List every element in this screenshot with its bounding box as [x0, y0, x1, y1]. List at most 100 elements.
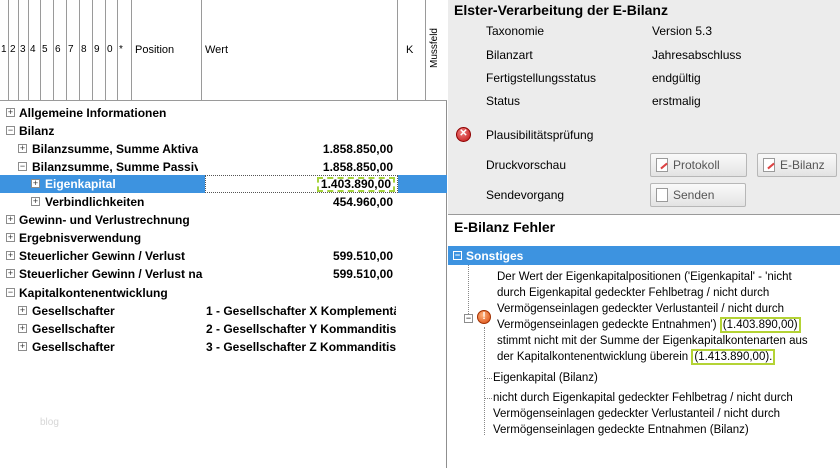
senden-button[interactable]: Senden [650, 183, 746, 207]
pdf-icon [763, 158, 775, 172]
tree-row-summe-aktiva[interactable]: + Bilanzsumme, Summe Aktiva 1.858.850,00 [0, 140, 447, 158]
tree-row-steuerlicher-gewinn[interactable]: + Steuerlicher Gewinn / Verlust 599.510,… [0, 247, 447, 265]
tree-row-label: Kapitalkontenentwicklung [19, 286, 168, 300]
column-header-label: 8 [81, 44, 87, 55]
status-label: Status [486, 94, 521, 108]
column-header-label: K [406, 44, 414, 56]
column-header-9[interactable]: 9 [93, 0, 106, 101]
error-message-line: Der Wert der Eigenkapitalpositionen ('Ei… [497, 271, 792, 283]
tree-row-label: Steuerlicher Gewinn / Verlust na [19, 267, 203, 281]
tree-row-kapitalkontenentwicklung[interactable]: − Kapitalkontenentwicklung [0, 284, 447, 302]
expand-icon[interactable]: + [31, 179, 40, 188]
column-header-label: 9 [94, 44, 100, 55]
error-group-sonstiges[interactable]: − Sonstiges [448, 246, 840, 265]
expand-icon[interactable]: + [18, 324, 27, 333]
error-subitem-line[interactable]: Vermögenseinlagen gedeckte Entnahmen (Bi… [493, 424, 749, 436]
expand-icon[interactable]: + [18, 306, 27, 315]
taxonomie-label: Taxonomie [486, 24, 545, 38]
senden-button-label: Senden [673, 188, 715, 202]
value-input[interactable]: 1.403.890,00 [205, 175, 398, 193]
tree-connector [484, 398, 492, 399]
column-header-k[interactable]: K [398, 0, 426, 101]
column-header-0[interactable]: 0 [106, 0, 118, 101]
tree-row-allgemeine-informationen[interactable]: + Allgemeine Informationen [0, 104, 447, 122]
plausibility-label: Plausibilitätsprüfung [486, 128, 594, 142]
ebilanz-button[interactable]: E-Bilanz [757, 153, 837, 177]
tree-row-bilanz[interactable]: − Bilanz [0, 122, 447, 140]
error-subitem-line[interactable]: Vermögenseinlagen gedeckter Verlustantei… [493, 408, 780, 420]
tree-row-label: Ergebnisverwendung [19, 231, 142, 245]
tree-row-guv[interactable]: + Gewinn- und Verlustrechnung [0, 211, 447, 229]
expand-icon[interactable]: + [6, 269, 15, 278]
tree-row-eigenkapital[interactable]: + Eigenkapital 1.403.890,00 [0, 175, 447, 193]
error-message-line: der Kapitalkontenentwicklung überein (1.… [497, 349, 776, 365]
expand-icon[interactable]: + [6, 251, 15, 260]
tree-row-value: 1.858.850,00 [322, 160, 393, 174]
column-header-wert[interactable]: Wert [202, 0, 398, 101]
tree-row-value: 599.510,00 [332, 267, 393, 281]
column-header-star[interactable]: * [118, 0, 132, 101]
expand-icon[interactable]: + [6, 233, 15, 242]
collapse-icon[interactable]: − [18, 162, 27, 171]
tree-row-gesellschafter-z[interactable]: + Gesellschafter 3 - Gesellschafter Z Ko… [0, 338, 447, 356]
warning-icon: ! [477, 310, 491, 324]
column-header-7[interactable]: 7 [67, 0, 80, 101]
highlighted-value-1: (1.403.890,00) [719, 317, 801, 333]
tree-row-steuerlicher-gewinn-na[interactable]: + Steuerlicher Gewinn / Verlust na 599.5… [0, 265, 447, 283]
column-header-label: Mussfeld [429, 28, 440, 69]
tree-row-summe-passiva[interactable]: − Bilanzsumme, Summe Passiva 1.858.850,0… [0, 158, 447, 176]
error-message-text: Vermögenseinlagen gedeckte Entnahmen') [497, 319, 717, 331]
expand-icon[interactable]: + [6, 215, 15, 224]
tree-row-label: Gesellschafter [32, 304, 115, 318]
column-header-6[interactable]: 6 [54, 0, 67, 101]
tree-row-gesellschafter-x[interactable]: + Gesellschafter 1 - Gesellschafter X Ko… [0, 302, 447, 320]
tree-row-ergebnisverwendung[interactable]: + Ergebnisverwendung [0, 229, 447, 247]
error-subitem-line[interactable]: nicht durch Eigenkapital gedeckter Fehlb… [493, 392, 793, 404]
collapse-icon[interactable]: − [6, 126, 15, 135]
tree-connector [468, 265, 469, 318]
watermark: blog [40, 417, 59, 428]
column-header-mussfeld[interactable]: Mussfeld [426, 0, 447, 101]
tree-row-label: Eigenkapital [45, 177, 116, 191]
column-header-label: 5 [42, 44, 48, 55]
column-header-label: 2 [10, 44, 16, 55]
error-message-text: der Kapitalkontenentwicklung überein [497, 351, 689, 363]
tree-row-value: 1.858.850,00 [322, 142, 393, 156]
protokoll-button[interactable]: Protokoll [650, 153, 747, 177]
error-subitem-eigenkapital[interactable]: Eigenkapital (Bilanz) [493, 372, 598, 384]
column-header-3[interactable]: 3 [19, 0, 29, 101]
tree-row-verbindlichkeiten[interactable]: + Verbindlichkeiten 454.960,00 [0, 193, 447, 211]
elster-title: Elster-Verarbeitung der E-Bilanz [454, 2, 668, 18]
balance-tree-panel: 1 2 3 4 5 6 7 8 9 0 * Position Wert K Mu… [0, 0, 447, 468]
error-message-line: Vermögenseinlagen gedeckter Verlustantei… [497, 303, 785, 315]
column-header-label: Wert [205, 44, 229, 56]
tree-row-label: Bilanzsumme, Summe Passiva [32, 160, 198, 174]
tree-row-value: 454.960,00 [332, 195, 393, 209]
error-message-line: durch Eigenkapital gedeckter Fehlbetrag … [497, 287, 770, 299]
highlighted-value: 1.403.890,00 [316, 177, 395, 192]
collapse-icon[interactable]: − [464, 314, 473, 323]
expand-icon[interactable]: + [31, 197, 40, 206]
error-message-line: stimmt nicht mit der Summe der Eigenkapi… [497, 335, 808, 347]
column-header-4[interactable]: 4 [29, 0, 41, 101]
tree-row-gesellschafter-y[interactable]: + Gesellschafter 2 - Gesellschafter Y Ko… [0, 320, 447, 338]
column-header-2[interactable]: 2 [9, 0, 19, 101]
elster-panel: Elster-Verarbeitung der E-Bilanz Taxonom… [448, 0, 840, 468]
column-header-position[interactable]: Position [132, 0, 202, 101]
column-header-1[interactable]: 1 [0, 0, 9, 101]
expand-icon[interactable]: + [18, 342, 27, 351]
tree-row-label: Verbindlichkeiten [45, 195, 145, 209]
collapse-icon[interactable]: − [6, 288, 15, 297]
highlighted-value-2: (1.413.890,00). [691, 349, 776, 365]
column-header-5[interactable]: 5 [41, 0, 54, 101]
error-group-label: Sonstiges [466, 249, 524, 263]
column-header-8[interactable]: 8 [80, 0, 93, 101]
tree-row-description: 1 - Gesellschafter X Komplementä [206, 304, 396, 318]
druckvorschau-label: Druckvorschau [486, 158, 567, 172]
expand-icon[interactable]: + [6, 108, 15, 117]
error-icon: ✕ [456, 127, 471, 142]
column-header-label: * [119, 44, 123, 55]
collapse-icon[interactable]: − [453, 251, 462, 260]
tree-row-label: Gewinn- und Verlustrechnung [19, 213, 190, 227]
expand-icon[interactable]: + [18, 144, 27, 153]
